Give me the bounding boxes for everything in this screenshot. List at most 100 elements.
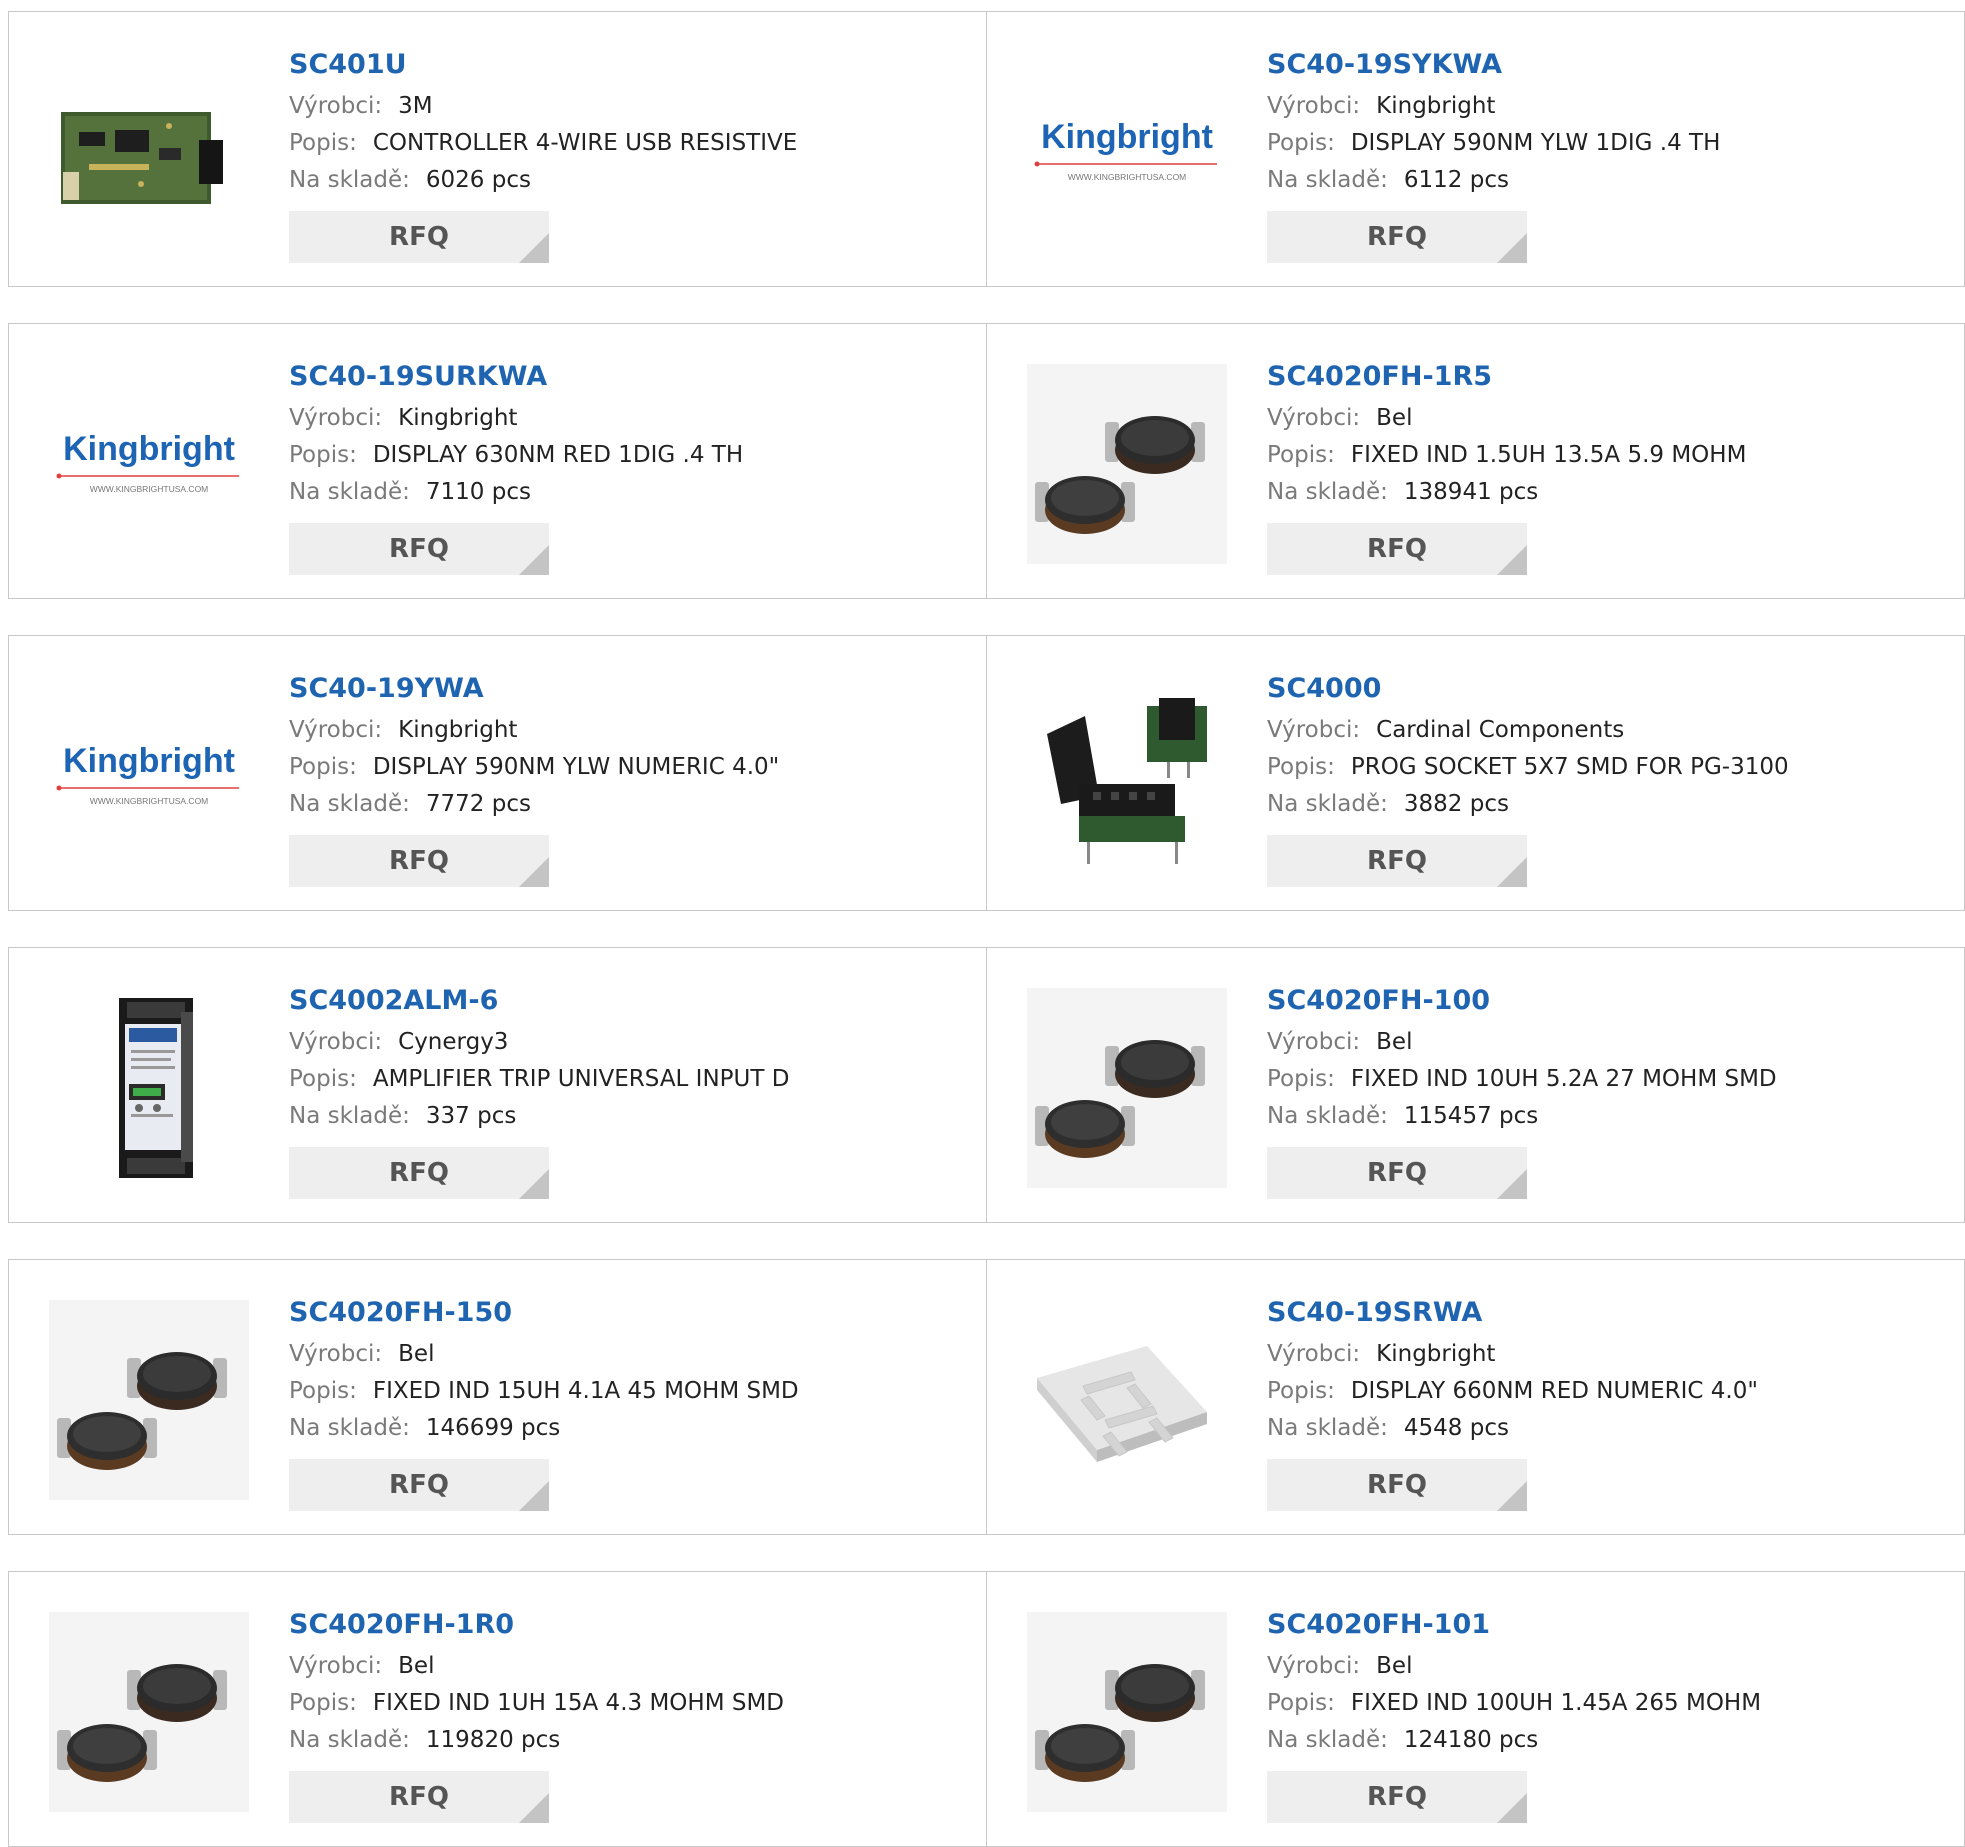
rfq-button-label: RFQ — [389, 1158, 449, 1188]
rfq-button[interactable]: RFQ — [289, 1459, 549, 1511]
part-number-link[interactable]: SC4020FH-1R0 — [289, 1602, 967, 1648]
manufacturer-row: Výrobci: Bel — [1267, 400, 1944, 437]
stock-value: 4548 pcs — [1403, 1415, 1509, 1441]
product-image[interactable] — [1027, 1612, 1227, 1812]
product-image[interactable] — [49, 988, 249, 1188]
description-label: Popis: — [1267, 1378, 1335, 1404]
stock-value: 3882 pcs — [1403, 791, 1509, 817]
product-image[interactable] — [49, 52, 249, 252]
stock-row: Na skladě: 146699 pcs — [289, 1410, 967, 1447]
description-row: Popis: DISPLAY 630NM RED 1DIG .4 TH — [289, 437, 967, 474]
manufacturer-label: Výrobci: — [289, 405, 383, 431]
product-card: SC4020FH-1R0 Výrobci: Bel Popis: FIXED IND… — [8, 1571, 988, 1847]
description-row: Popis: PROG SOCKET 5X7 SMD FOR PG-3100 — [1267, 749, 1944, 786]
product-image[interactable] — [1027, 364, 1227, 564]
rfq-corner-decoration — [519, 1793, 549, 1823]
stock-label: Na skladě: — [289, 1727, 410, 1753]
rfq-button-label: RFQ — [389, 222, 449, 252]
stock-value: 138941 pcs — [1403, 479, 1539, 505]
inductors-icon — [1027, 988, 1227, 1188]
logo-url-text: WWW.KINGBRIGHTUSA.COM — [1068, 172, 1187, 182]
rfq-corner-decoration — [519, 1481, 549, 1511]
rfq-button[interactable]: RFQ — [1267, 523, 1527, 575]
rfq-button[interactable]: RFQ — [289, 523, 549, 575]
rfq-button-label: RFQ — [1367, 1782, 1427, 1812]
description-label: Popis: — [1267, 1690, 1335, 1716]
description-label: Popis: — [289, 754, 357, 780]
part-number-link[interactable]: SC40-19SYKWA — [1267, 42, 1944, 88]
product-image[interactable]: Kingbright WWW.KINGBRIGHTUSA.COM — [49, 676, 249, 876]
rfq-corner-decoration — [519, 1169, 549, 1199]
stock-label: Na skladě: — [289, 1103, 410, 1129]
part-number-link[interactable]: SC4020FH-150 — [289, 1290, 967, 1336]
manufacturer-value: Kingbright — [1376, 93, 1496, 119]
description-value: FIXED IND 15UH 4.1A 45 MOHM SMD — [372, 1378, 799, 1404]
rfq-button[interactable]: RFQ — [289, 835, 549, 887]
product-image[interactable] — [49, 1612, 249, 1812]
part-number-link[interactable]: SC4020FH-100 — [1267, 978, 1944, 1024]
description-row: Popis: FIXED IND 1UH 15A 4.3 MOHM SMD — [289, 1685, 967, 1722]
part-number-link[interactable]: SC401U — [289, 42, 967, 88]
rfq-button[interactable]: RFQ — [1267, 211, 1527, 263]
seven-segment-icon — [1037, 1346, 1207, 1462]
description-label: Popis: — [1267, 1066, 1335, 1092]
part-number-link[interactable]: SC40-19SRWA — [1267, 1290, 1944, 1336]
description-label: Popis: — [289, 1690, 357, 1716]
description-value: FIXED IND 10UH 5.2A 27 MOHM SMD — [1350, 1066, 1777, 1092]
stock-value: 115457 pcs — [1403, 1103, 1539, 1129]
rfq-button[interactable]: RFQ — [1267, 835, 1527, 887]
part-number-link[interactable]: SC4000 — [1267, 666, 1944, 712]
manufacturer-row: Výrobci: Kingbright — [289, 712, 967, 749]
description-row: Popis: FIXED IND 15UH 4.1A 45 MOHM SMD — [289, 1373, 967, 1410]
description-value: PROG SOCKET 5X7 SMD FOR PG-3100 — [1350, 754, 1789, 780]
stock-value: 337 pcs — [425, 1103, 517, 1129]
stock-value: 124180 pcs — [1403, 1727, 1539, 1753]
product-image[interactable] — [1027, 988, 1227, 1188]
stock-row: Na skladě: 3882 pcs — [1267, 786, 1944, 823]
stock-row: Na skladě: 6112 pcs — [1267, 162, 1944, 199]
product-card: Kingbright WWW.KINGBRIGHTUSA.COM SC40-19… — [8, 635, 988, 911]
part-number-link[interactable]: SC4002ALM-6 — [289, 978, 967, 1024]
description-value: FIXED IND 1UH 15A 4.3 MOHM SMD — [372, 1690, 785, 1716]
rfq-button[interactable]: RFQ — [289, 211, 549, 263]
product-card: SC401U Výrobci: 3M Popis: CONTROLLER 4-WIR… — [8, 11, 988, 287]
stock-row: Na skladě: 138941 pcs — [1267, 474, 1944, 511]
stock-row: Na skladě: 4548 pcs — [1267, 1410, 1944, 1447]
pcb-board-icon — [61, 112, 223, 204]
product-image[interactable] — [1027, 1300, 1227, 1500]
description-value: DISPLAY 660NM RED NUMERIC 4.0" — [1350, 1378, 1758, 1404]
part-number-link[interactable]: SC40-19YWA — [289, 666, 967, 712]
product-image[interactable] — [49, 1300, 249, 1500]
rfq-corner-decoration — [1497, 233, 1527, 263]
manufacturer-value: Bel — [1376, 1653, 1413, 1679]
logo-text: Kingbright — [1041, 118, 1213, 156]
part-number-link[interactable]: SC40-19SURKWA — [289, 354, 967, 400]
rfq-button[interactable]: RFQ — [1267, 1771, 1527, 1823]
product-image[interactable] — [1027, 676, 1227, 876]
stock-label: Na skladě: — [289, 1415, 410, 1441]
kingbright-logo-icon: Kingbright WWW.KINGBRIGHTUSA.COM — [1034, 118, 1217, 182]
rfq-button[interactable]: RFQ — [289, 1771, 549, 1823]
stock-row: Na skladě: 124180 pcs — [1267, 1722, 1944, 1759]
description-row: Popis: FIXED IND 10UH 5.2A 27 MOHM SMD — [1267, 1061, 1944, 1098]
logo-url-text: WWW.KINGBRIGHTUSA.COM — [90, 484, 209, 494]
description-value: AMPLIFIER TRIP UNIVERSAL INPUT D — [372, 1066, 790, 1092]
logo-text: Kingbright — [63, 742, 235, 780]
product-image[interactable]: Kingbright WWW.KINGBRIGHTUSA.COM — [49, 364, 249, 564]
part-number-link[interactable]: SC4020FH-101 — [1267, 1602, 1944, 1648]
product-image[interactable]: Kingbright WWW.KINGBRIGHTUSA.COM — [1027, 52, 1227, 252]
description-row: Popis: CONTROLLER 4-WIRE USB RESISTIVE — [289, 125, 967, 162]
rfq-button[interactable]: RFQ — [1267, 1459, 1527, 1511]
manufacturer-label: Výrobci: — [1267, 1653, 1361, 1679]
description-value: FIXED IND 1.5UH 13.5A 5.9 MOHM — [1350, 442, 1747, 468]
manufacturer-label: Výrobci: — [289, 1029, 383, 1055]
part-number-link[interactable]: SC4020FH-1R5 — [1267, 354, 1944, 400]
rfq-button-label: RFQ — [1367, 222, 1427, 252]
manufacturer-row: Výrobci: Kingbright — [1267, 1336, 1944, 1373]
stock-label: Na skladě: — [289, 479, 410, 505]
kingbright-logo-icon: Kingbright WWW.KINGBRIGHTUSA.COM — [56, 742, 239, 806]
rfq-button[interactable]: RFQ — [289, 1147, 549, 1199]
rfq-button[interactable]: RFQ — [1267, 1147, 1527, 1199]
manufacturer-value: 3M — [398, 93, 433, 119]
logo-text: Kingbright — [63, 430, 235, 468]
